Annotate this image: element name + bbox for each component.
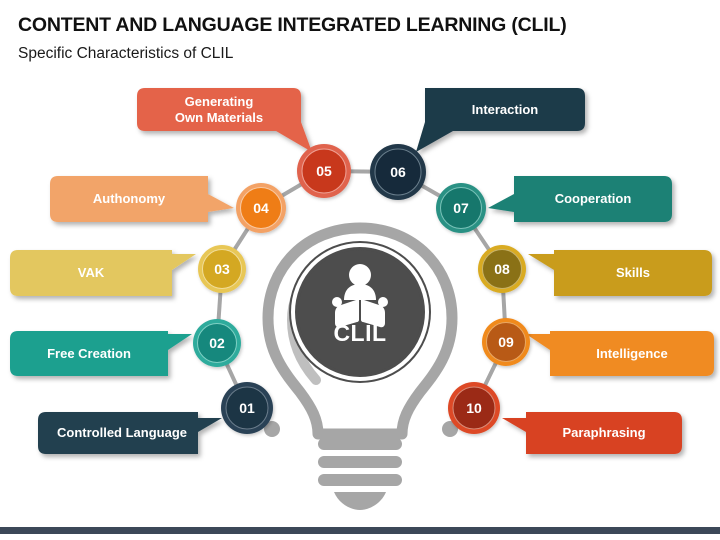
callout-box-05[interactable] [137, 88, 312, 152]
node-02[interactable] [193, 319, 241, 367]
node-03[interactable] [198, 245, 246, 293]
node-07[interactable] [436, 183, 486, 233]
node-05[interactable] [297, 144, 351, 198]
bottom-accent-bar [0, 527, 720, 534]
node-06[interactable] [370, 144, 426, 200]
callout-box-03[interactable] [10, 250, 196, 296]
callout-box-06[interactable] [416, 88, 585, 152]
node-09[interactable] [482, 318, 530, 366]
slide-canvas: CONTENT AND LANGUAGE INTEGRATED LEARNING… [0, 0, 720, 540]
node-01[interactable] [221, 382, 273, 434]
clil-diagram [10, 88, 714, 510]
bulb-base-band-3 [318, 474, 402, 486]
callout-box-10[interactable] [502, 412, 682, 454]
node-10[interactable] [448, 382, 500, 434]
lightbulb-graphic [262, 222, 458, 510]
bulb-base-band-2 [318, 456, 402, 468]
callout-box-04[interactable] [50, 176, 234, 222]
bulb-base-band-1 [318, 438, 402, 450]
node-08[interactable] [478, 245, 526, 293]
bulb-base-tip [334, 492, 386, 510]
callout-box-01[interactable] [38, 412, 222, 454]
node-04[interactable] [236, 183, 286, 233]
callout-box-08[interactable] [528, 250, 712, 296]
callout-box-02[interactable] [10, 331, 192, 376]
callout-box-07[interactable] [488, 176, 672, 222]
callout-box-09[interactable] [526, 331, 714, 376]
